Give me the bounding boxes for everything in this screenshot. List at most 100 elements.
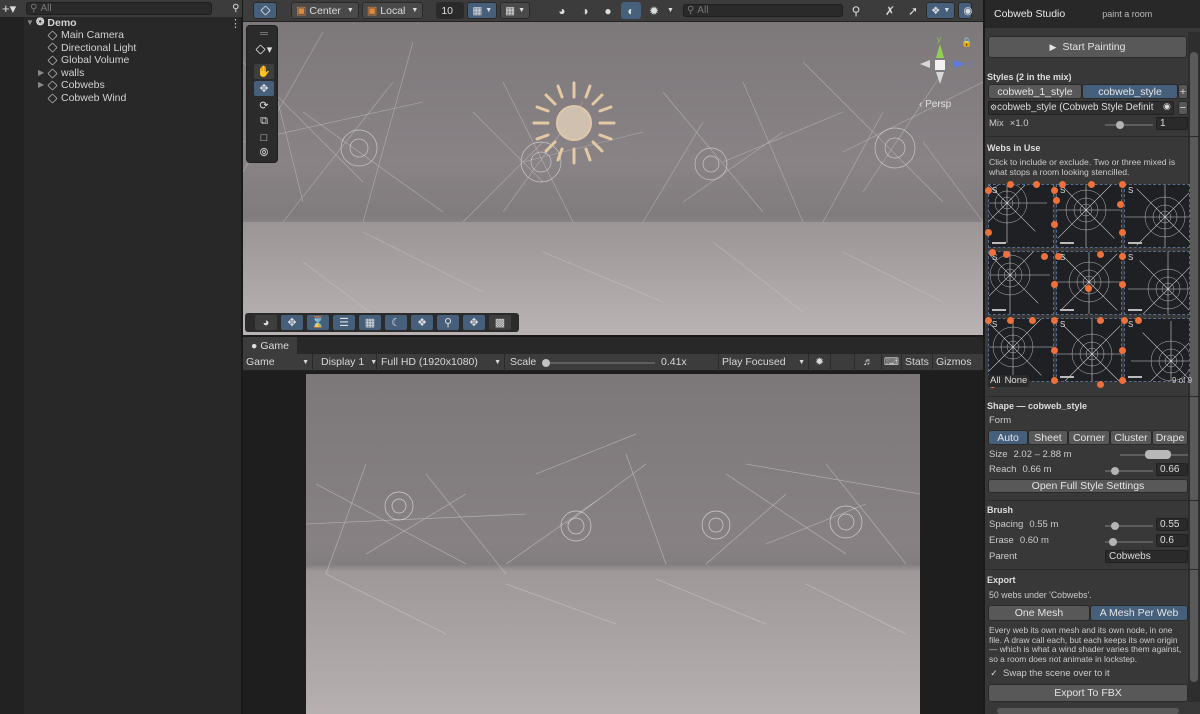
y-axis-cone[interactable] (936, 44, 944, 58)
rotate-tool-icon[interactable]: ⟳ (254, 98, 274, 113)
solid-sphere-icon[interactable]: ● (598, 2, 618, 19)
hierarchy-root-demo[interactable]: ▼ ❂ Demo (26, 17, 77, 30)
hierarchy-item[interactable]: Main Camera (38, 29, 124, 42)
directional-light-gizmo[interactable] (530, 79, 618, 167)
spacing-knob[interactable] (1111, 522, 1119, 530)
audio-icon[interactable]: ♬ (854, 353, 882, 371)
open-style-settings-button[interactable]: Open Full Style Settings (988, 479, 1188, 493)
layers-dropdown[interactable]: ❖ ▼ (925, 2, 956, 19)
eye-icon[interactable]: ◉ (958, 2, 973, 19)
web-anchor-handle[interactable] (1119, 347, 1126, 354)
scale-slider[interactable]: Scale 0.41x (505, 353, 719, 371)
game-view[interactable] (243, 371, 983, 714)
search-options-icon[interactable]: ⚲ (846, 2, 866, 19)
display-dropdown[interactable]: Display 1 ▼ (313, 353, 377, 371)
size-range-handle[interactable] (1145, 450, 1171, 459)
web-anchor-handle[interactable] (1051, 187, 1058, 194)
grid-brush-icon[interactable]: ▦ (359, 315, 381, 330)
web-anchor-handle[interactable] (1119, 281, 1126, 288)
compass-icon[interactable]: ◕ (255, 315, 277, 330)
search-options-icon[interactable]: ⚲ (230, 1, 241, 17)
web-anchor-handle[interactable] (1097, 317, 1104, 324)
web-anchor-handle[interactable] (1119, 253, 1126, 260)
spacing-field[interactable]: 0.55 (1156, 518, 1188, 531)
export-mode-one-mesh[interactable]: One Mesh (988, 605, 1090, 621)
z-axis-cone[interactable] (954, 60, 966, 68)
style-tab-1[interactable]: cobweb_style (1082, 84, 1178, 99)
web-thumbnail[interactable]: S (988, 251, 1054, 315)
web-anchor-handle[interactable] (1007, 181, 1014, 188)
web-anchor-handle[interactable] (1041, 253, 1048, 260)
lock-icon[interactable]: 🔒 (961, 37, 972, 48)
scale-tool-icon[interactable]: ⧉ (254, 114, 274, 129)
web-thumbnail[interactable]: S (1124, 184, 1190, 248)
magnify-icon[interactable]: ⚲ (437, 315, 459, 330)
hand-tool-icon[interactable]: ✋ (254, 64, 274, 79)
moon-icon[interactable]: ☾ (385, 315, 407, 330)
tool-handle-icon[interactable]: ➚ (903, 2, 923, 19)
gizmos-button[interactable]: Gizmos (933, 354, 975, 371)
web-anchor-handle[interactable] (1033, 181, 1040, 188)
layers-icon[interactable]: ❖ (411, 315, 433, 330)
web-anchor-handle[interactable] (985, 229, 992, 236)
web-anchor-handle[interactable] (1135, 317, 1142, 324)
export-mode-mesh-per-web[interactable]: A Mesh Per Web (1090, 605, 1188, 621)
form-option-corner[interactable]: Corner (1068, 430, 1110, 445)
chevron-right-icon[interactable]: ▶ (38, 67, 46, 80)
web-thumbnail[interactable]: S (1056, 184, 1122, 248)
shading-icon[interactable]: ◑ (575, 2, 595, 19)
export-fbx-button[interactable]: Export To FBX (988, 684, 1188, 702)
space-dropdown[interactable]: ▣ Local ▼ (361, 2, 424, 19)
move-arrows-icon[interactable]: ✥ (463, 315, 485, 330)
object-picker-icon[interactable]: ◉ (1163, 101, 1171, 112)
move-tool-icon[interactable]: ✥ (254, 81, 274, 96)
web-thumbnail[interactable]: S (1056, 251, 1122, 315)
web-anchor-handle[interactable] (1003, 251, 1010, 258)
reach-field[interactable]: 0.66 (1156, 463, 1188, 476)
reach-knob[interactable] (1111, 467, 1119, 475)
web-anchor-handle[interactable] (1119, 377, 1126, 384)
effects-icon[interactable]: ✹ (644, 2, 664, 19)
rect-tool-icon[interactable]: □ (254, 130, 274, 145)
transform-tool-icon[interactable]: ⦾ (254, 146, 274, 161)
stats-button[interactable]: Stats (902, 353, 933, 371)
view-cube-dropdown[interactable]: ▾ (254, 42, 274, 57)
web-anchor-handle[interactable] (985, 317, 992, 324)
hierarchy-item[interactable]: ▶ Cobwebs (38, 79, 105, 92)
web-anchor-handle[interactable] (1119, 181, 1126, 188)
move-overlay-icon[interactable]: ✥ (281, 315, 303, 330)
grid-visibility-button[interactable]: ▦ ▼ (500, 2, 531, 19)
web-thumbnail[interactable]: S (1124, 318, 1190, 382)
web-anchor-handle[interactable] (1051, 221, 1058, 228)
scale-knob[interactable] (542, 358, 550, 367)
globe-icon[interactable]: ◕ (552, 2, 572, 19)
web-thumbnail[interactable]: S (1056, 318, 1122, 382)
style-object-field[interactable]: ⚙cobweb_style (Cobweb Style Definit (988, 101, 1174, 115)
horizontal-scrollbar[interactable] (997, 708, 1179, 714)
select-all-button[interactable]: All (990, 375, 1001, 387)
web-anchor-handle[interactable] (1029, 317, 1036, 324)
kebab-menu-icon[interactable]: ⋮ (230, 17, 241, 30)
visibility-toggle-icon[interactable]: ✗ (880, 2, 900, 19)
select-none-button[interactable]: None (1005, 375, 1028, 387)
hierarchy-item[interactable]: Directional Light (38, 42, 136, 55)
mix-field[interactable]: 1 (1156, 117, 1188, 130)
lighting-icon[interactable]: ◐ (621, 2, 642, 19)
web-anchor-handle[interactable] (1121, 317, 1128, 324)
web-anchor-handle[interactable] (1119, 229, 1126, 236)
parent-field[interactable]: Cobwebs (1105, 550, 1188, 563)
tab-game[interactable]: ● Game (243, 337, 297, 354)
form-option-drape[interactable]: Drape (1152, 430, 1188, 445)
web-anchor-handle[interactable] (1097, 251, 1104, 258)
pipette-icon[interactable]: ⌛ (307, 315, 329, 330)
web-anchor-handle[interactable] (1085, 285, 1092, 292)
camera-mode-label[interactable]: ‹ Persp (919, 99, 951, 110)
swap-scene-toggle[interactable]: ✓ Swap the scene over to it (989, 668, 1109, 679)
web-anchor-handle[interactable] (1088, 181, 1095, 188)
web-anchor-handle[interactable] (1117, 201, 1124, 208)
erase-field[interactable]: 0.6 (1156, 534, 1188, 547)
checkbox-icon[interactable]: ✓ (989, 668, 999, 679)
remove-style-button[interactable]: − (1178, 101, 1188, 115)
hierarchy-item[interactable]: ▶ walls (38, 67, 84, 80)
scene-search-input[interactable]: ⚲ All (682, 4, 843, 17)
